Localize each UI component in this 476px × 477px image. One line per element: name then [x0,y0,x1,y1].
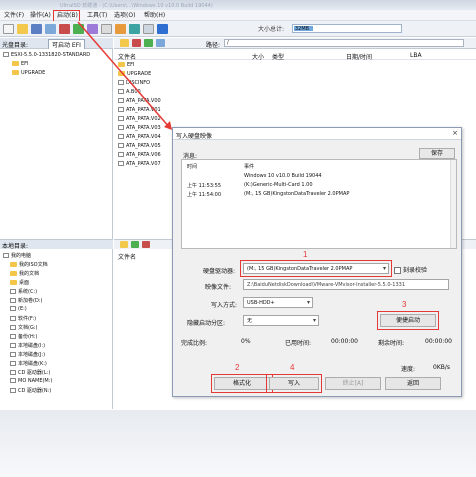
log-header-event: 事件 [244,164,255,170]
remaining-value: 00:00:00 [425,338,452,345]
verify-checkbox[interactable]: 刻录校验 [394,265,427,274]
write-mode-label: 写入方式: [211,302,238,309]
log-event: (K:)Generic-Multi-Card 1.00 [244,182,313,188]
close-icon[interactable]: × [452,129,458,137]
elapsed-label: 已用时间: [285,340,312,347]
done-value: 0% [241,338,251,345]
format-highlight [211,374,273,393]
speed-value: 0KB/s [433,364,451,371]
step-number-1: 1 [303,250,308,259]
message-log: 时间 事件 Windows 10 v10.0 Build 19044 上午 11… [181,159,457,249]
write-disk-dialog: 写入硬盘映像 × 消息: 保存 时间 事件 Windows 10 v10.0 B… [172,127,462,397]
step-number-3: 3 [402,300,407,309]
dialog-title: 写入硬盘映像 [176,133,213,140]
chevron-down-icon: ▾ [306,299,310,306]
log-scrollbar[interactable] [450,160,456,248]
log-time: 上午 11:53:55 [187,183,222,189]
log-time: 上午 11:54:00 [187,192,222,198]
step-number-2: 2 [235,363,240,372]
done-label: 完成比例: [181,340,208,347]
remaining-label: 剩余时间: [378,340,405,347]
dialog-titlebar: 写入硬盘映像 × [173,128,461,140]
image-file-field[interactable]: Z:\BaiduNetdiskDownload\VMware-VMvisor-I… [243,279,449,290]
verify-label: 刻录校验 [403,267,428,274]
elapsed-value: 00:00:00 [331,338,358,345]
disk-drive-label: 硬盘驱动器: [203,268,236,275]
hidden-partition-value: 无 [247,318,253,324]
hidden-partition-label: 隐藏启动分区: [187,320,226,327]
log-header-time: 时间 [187,164,198,170]
chevron-down-icon: ▾ [312,317,316,324]
write-highlight [266,374,322,393]
speed-label: 速度: [401,366,416,373]
image-file-label: 映像文件: [205,284,232,291]
quick-boot-highlight [377,311,439,330]
checkbox-icon [394,267,401,274]
write-mode-value: USB-HDD+ [247,300,275,306]
log-event: (M:, 15 GB)KingstonDataTraveler 2.0PMAP [244,191,350,197]
hidden-partition-select[interactable]: 无 ▾ [243,315,319,326]
stop-button[interactable]: 终止[A] [325,377,381,390]
back-button[interactable]: 返回 [385,377,441,390]
step-number-4: 4 [290,363,295,372]
log-event: Windows 10 v10.0 Build 19044 [244,173,322,179]
save-button[interactable]: 保存 [419,148,455,159]
arrow-line [77,21,171,129]
write-mode-select[interactable]: USB-HDD+ ▾ [243,297,313,308]
disk-drive-highlight [240,260,392,277]
